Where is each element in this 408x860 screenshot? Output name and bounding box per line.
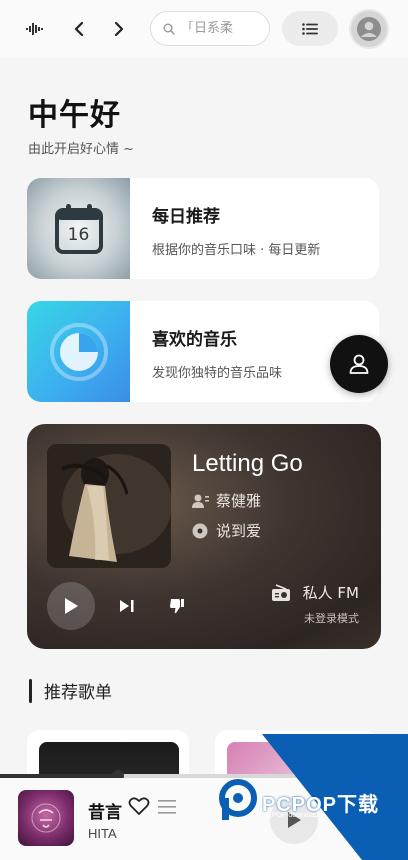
fm-artist-name[interactable]: 蔡健雅 xyxy=(216,490,261,511)
album-disc-icon xyxy=(192,523,208,538)
artist-icon xyxy=(192,494,209,508)
main-content: 中午好 由此开启好心情 ~ 16 每日推荐 根据你的音乐口味 · 每日更新 喜欢… xyxy=(0,58,408,790)
pcpop-logo-icon xyxy=(219,779,257,820)
list-icon xyxy=(302,22,318,35)
fm-dislike-button[interactable] xyxy=(165,594,189,618)
list-icon xyxy=(158,800,176,814)
top-bar xyxy=(0,0,408,58)
playlist-button[interactable] xyxy=(158,799,176,817)
calendar-icon: 16 xyxy=(54,203,104,255)
pcpop-watermark: PCPOP下载 PCPOP download xyxy=(262,734,408,860)
personal-fm-card[interactable]: Letting Go 蔡健雅 说到爱 私人 FM 未登录模式 xyxy=(27,424,381,649)
skip-next-icon xyxy=(120,600,134,612)
fm-artist-row[interactable]: 蔡健雅 xyxy=(192,490,261,511)
floating-user-button[interactable] xyxy=(330,335,388,393)
daily-recommend-title: 每日推荐 xyxy=(152,207,220,227)
user-avatar[interactable] xyxy=(349,9,389,49)
now-playing-artist[interactable]: HITA xyxy=(88,826,117,841)
play-icon xyxy=(65,598,78,614)
fm-album-row[interactable]: 说到爱 xyxy=(192,520,261,541)
liked-music-card[interactable]: 喜欢的音乐 发现你独特的音乐品味 xyxy=(27,301,379,402)
liked-music-title: 喜欢的音乐 xyxy=(152,330,237,350)
greeting-subtitle: 由此开启好心情 ~ xyxy=(28,142,135,157)
personal-fm-text: 私人 FM xyxy=(302,584,359,602)
forward-arrow-icon[interactable] xyxy=(106,16,132,42)
like-button[interactable] xyxy=(128,796,150,818)
pie-chart-icon xyxy=(49,322,108,381)
watermark-sub: PCPOP download xyxy=(262,812,319,819)
list-menu-button[interactable] xyxy=(282,11,338,46)
now-playing-title: 昔言 xyxy=(88,803,122,823)
search-box[interactable] xyxy=(150,11,270,46)
user-icon xyxy=(357,17,381,41)
back-arrow-icon[interactable] xyxy=(66,16,92,42)
fm-song-title: Letting Go xyxy=(192,450,303,477)
fm-album-name[interactable]: 说到爱 xyxy=(216,520,261,541)
fm-album-cover xyxy=(47,444,171,568)
search-icon xyxy=(163,23,175,35)
daily-recommend-desc: 根据你的音乐口味 · 每日更新 xyxy=(152,243,321,258)
section-title: 推荐歌单 xyxy=(44,683,112,703)
section-accent-bar xyxy=(29,678,32,703)
fm-mode-text: 未登录模式 xyxy=(304,612,359,625)
greeting-title: 中午好 xyxy=(28,98,121,133)
daily-recommend-card[interactable]: 16 每日推荐 根据你的音乐口味 · 每日更新 xyxy=(27,178,379,279)
heart-icon xyxy=(128,797,150,815)
calendar-day-number: 16 xyxy=(67,224,90,245)
recommended-playlists-header: 推荐歌单 xyxy=(29,678,112,703)
fm-play-button[interactable] xyxy=(47,582,95,630)
liked-music-thumbnail xyxy=(27,301,130,402)
radio-icon xyxy=(271,583,290,601)
liked-music-desc: 发现你独特的音乐品味 xyxy=(152,366,283,381)
daily-recommend-thumbnail: 16 xyxy=(27,178,130,279)
personal-fm-label: 私人 FM xyxy=(271,582,359,603)
waveform-logo-icon[interactable] xyxy=(22,16,48,42)
search-input[interactable] xyxy=(181,21,265,36)
now-playing-cover[interactable] xyxy=(18,790,74,846)
thumbs-down-icon xyxy=(170,599,184,614)
fm-next-button[interactable] xyxy=(115,594,139,618)
user-outline-icon xyxy=(349,354,369,374)
